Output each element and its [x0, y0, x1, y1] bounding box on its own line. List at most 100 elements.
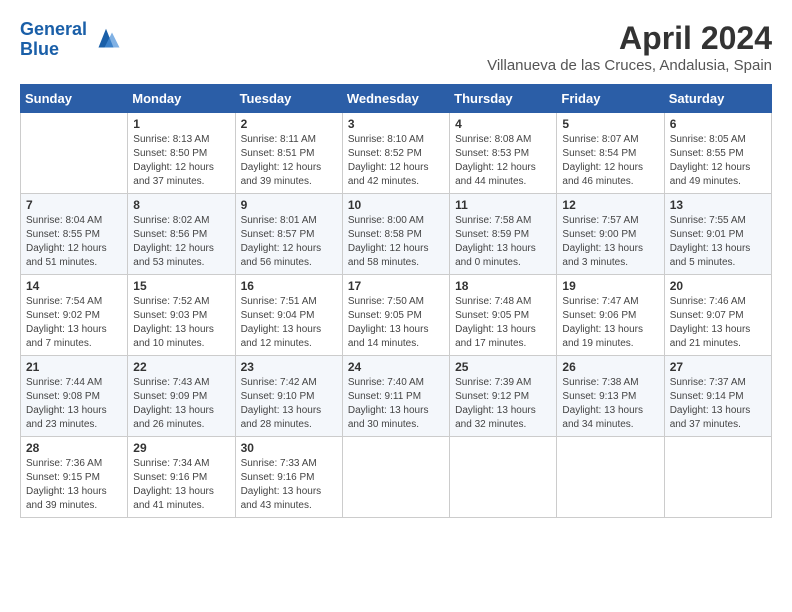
day-info: Sunrise: 7:40 AM Sunset: 9:11 PM Dayligh… [348, 376, 444, 432]
day-number: 30 [241, 441, 337, 455]
day-number: 16 [241, 279, 337, 293]
day-number: 20 [670, 279, 766, 293]
day-info: Sunrise: 8:13 AM Sunset: 8:50 PM Dayligh… [133, 133, 229, 189]
calendar-cell: 25 Sunrise: 7:39 AM Sunset: 9:12 PM Dayli… [450, 356, 557, 437]
day-number: 11 [455, 198, 551, 212]
calendar-week-row: 28Sunrise: 7:36 AM Sunset: 9:15 PM Dayli… [21, 437, 772, 518]
calendar-cell: 20 Sunrise: 7:46 AM Sunset: 9:07 PM Dayli… [664, 275, 771, 356]
day-info: Sunrise: 7:51 AM Sunset: 9:04 PM Dayligh… [241, 295, 337, 351]
calendar-cell: 16 Sunrise: 7:51 AM Sunset: 9:04 PM Dayli… [235, 275, 342, 356]
calendar-cell: 28Sunrise: 7:36 AM Sunset: 9:15 PM Dayli… [21, 437, 128, 518]
day-number: 29 [133, 441, 229, 455]
day-info: Sunrise: 7:36 AM Sunset: 9:15 PM Dayligh… [26, 457, 122, 513]
calendar-week-row: 7Sunrise: 8:04 AM Sunset: 8:55 PM Daylig… [21, 194, 772, 275]
calendar-cell: 11Sunrise: 7:58 AM Sunset: 8:59 PM Dayli… [450, 194, 557, 275]
weekday-header-row: SundayMondayTuesdayWednesdayThursdayFrid… [21, 85, 772, 113]
calendar-cell: 2 Sunrise: 8:11 AM Sunset: 8:51 PM Daylig… [235, 113, 342, 194]
day-number: 10 [348, 198, 444, 212]
day-number: 2 [241, 117, 337, 131]
calendar-cell: 29 Sunrise: 7:34 AM Sunset: 9:16 PM Dayli… [128, 437, 235, 518]
weekday-header-monday: Monday [128, 85, 235, 113]
day-info: Sunrise: 7:43 AM Sunset: 9:09 PM Dayligh… [133, 376, 229, 432]
day-info: Sunrise: 7:37 AM Sunset: 9:14 PM Dayligh… [670, 376, 766, 432]
day-number: 12 [562, 198, 658, 212]
day-number: 8 [133, 198, 229, 212]
calendar-cell: 5 Sunrise: 8:07 AM Sunset: 8:54 PM Daylig… [557, 113, 664, 194]
weekday-header-tuesday: Tuesday [235, 85, 342, 113]
calendar-cell: 17 Sunrise: 7:50 AM Sunset: 9:05 PM Dayli… [342, 275, 449, 356]
day-number: 23 [241, 360, 337, 374]
day-info: Sunrise: 7:47 AM Sunset: 9:06 PM Dayligh… [562, 295, 658, 351]
calendar-cell: 19 Sunrise: 7:47 AM Sunset: 9:06 PM Dayli… [557, 275, 664, 356]
day-number: 21 [26, 360, 122, 374]
title-block: April 2024 Villanueva de las Cruces, And… [487, 20, 772, 74]
day-number: 1 [133, 117, 229, 131]
day-number: 25 [455, 360, 551, 374]
calendar-cell: 9 Sunrise: 8:01 AM Sunset: 8:57 PM Daylig… [235, 194, 342, 275]
day-number: 27 [670, 360, 766, 374]
calendar-cell: 14 Sunrise: 7:54 AM Sunset: 9:02 PM Dayli… [21, 275, 128, 356]
calendar-week-row: 1 Sunrise: 8:13 AM Sunset: 8:50 PM Daylig… [21, 113, 772, 194]
day-number: 24 [348, 360, 444, 374]
day-number: 26 [562, 360, 658, 374]
day-info: Sunrise: 7:39 AM Sunset: 9:12 PM Dayligh… [455, 376, 551, 432]
day-info: Sunrise: 8:04 AM Sunset: 8:55 PM Dayligh… [26, 214, 122, 270]
calendar-cell: 30 Sunrise: 7:33 AM Sunset: 9:16 PM Dayli… [235, 437, 342, 518]
day-number: 17 [348, 279, 444, 293]
day-number: 18 [455, 279, 551, 293]
calendar-week-row: 14 Sunrise: 7:54 AM Sunset: 9:02 PM Dayli… [21, 275, 772, 356]
weekday-header-friday: Friday [557, 85, 664, 113]
calendar-cell [450, 437, 557, 518]
calendar-week-row: 21 Sunrise: 7:44 AM Sunset: 9:08 PM Dayli… [21, 356, 772, 437]
day-info: Sunrise: 7:33 AM Sunset: 9:16 PM Dayligh… [241, 457, 337, 513]
calendar-cell: 22Sunrise: 7:43 AM Sunset: 9:09 PM Dayli… [128, 356, 235, 437]
calendar-cell: 8Sunrise: 8:02 AM Sunset: 8:56 PM Daylig… [128, 194, 235, 275]
calendar-cell [342, 437, 449, 518]
day-number: 19 [562, 279, 658, 293]
day-number: 3 [348, 117, 444, 131]
day-info: Sunrise: 7:42 AM Sunset: 9:10 PM Dayligh… [241, 376, 337, 432]
calendar-cell: 26Sunrise: 7:38 AM Sunset: 9:13 PM Dayli… [557, 356, 664, 437]
location: Villanueva de las Cruces, Andalusia, Spa… [487, 57, 772, 74]
day-info: Sunrise: 7:57 AM Sunset: 9:00 PM Dayligh… [562, 214, 658, 270]
calendar-cell [664, 437, 771, 518]
calendar-cell: 1 Sunrise: 8:13 AM Sunset: 8:50 PM Daylig… [128, 113, 235, 194]
weekday-header-thursday: Thursday [450, 85, 557, 113]
calendar-cell: 4 Sunrise: 8:08 AM Sunset: 8:53 PM Daylig… [450, 113, 557, 194]
day-info: Sunrise: 7:44 AM Sunset: 9:08 PM Dayligh… [26, 376, 122, 432]
calendar-cell: 10Sunrise: 8:00 AM Sunset: 8:58 PM Dayli… [342, 194, 449, 275]
calendar-cell [21, 113, 128, 194]
day-number: 15 [133, 279, 229, 293]
day-info: Sunrise: 7:34 AM Sunset: 9:16 PM Dayligh… [133, 457, 229, 513]
day-info: Sunrise: 7:48 AM Sunset: 9:05 PM Dayligh… [455, 295, 551, 351]
day-info: Sunrise: 7:50 AM Sunset: 9:05 PM Dayligh… [348, 295, 444, 351]
day-info: Sunrise: 7:46 AM Sunset: 9:07 PM Dayligh… [670, 295, 766, 351]
month-title: April 2024 [487, 20, 772, 57]
day-info: Sunrise: 8:05 AM Sunset: 8:55 PM Dayligh… [670, 133, 766, 189]
calendar-cell: 23 Sunrise: 7:42 AM Sunset: 9:10 PM Dayli… [235, 356, 342, 437]
calendar-cell: 13Sunrise: 7:55 AM Sunset: 9:01 PM Dayli… [664, 194, 771, 275]
day-number: 4 [455, 117, 551, 131]
calendar-cell: 12 Sunrise: 7:57 AM Sunset: 9:00 PM Dayli… [557, 194, 664, 275]
calendar-cell: 7Sunrise: 8:04 AM Sunset: 8:55 PM Daylig… [21, 194, 128, 275]
logo: General Blue [20, 20, 121, 60]
calendar-cell: 6Sunrise: 8:05 AM Sunset: 8:55 PM Daylig… [664, 113, 771, 194]
day-number: 5 [562, 117, 658, 131]
day-info: Sunrise: 8:07 AM Sunset: 8:54 PM Dayligh… [562, 133, 658, 189]
calendar-cell: 3 Sunrise: 8:10 AM Sunset: 8:52 PM Daylig… [342, 113, 449, 194]
logo-text: General Blue [20, 20, 87, 60]
day-info: Sunrise: 8:01 AM Sunset: 8:57 PM Dayligh… [241, 214, 337, 270]
calendar-cell [557, 437, 664, 518]
day-number: 14 [26, 279, 122, 293]
calendar-cell: 21 Sunrise: 7:44 AM Sunset: 9:08 PM Dayli… [21, 356, 128, 437]
weekday-header-wednesday: Wednesday [342, 85, 449, 113]
day-number: 9 [241, 198, 337, 212]
day-info: Sunrise: 8:11 AM Sunset: 8:51 PM Dayligh… [241, 133, 337, 189]
day-info: Sunrise: 8:10 AM Sunset: 8:52 PM Dayligh… [348, 133, 444, 189]
day-number: 13 [670, 198, 766, 212]
calendar-cell: 18 Sunrise: 7:48 AM Sunset: 9:05 PM Dayli… [450, 275, 557, 356]
page-header: General Blue April 2024 Villanueva de la… [20, 20, 772, 74]
day-info: Sunrise: 7:54 AM Sunset: 9:02 PM Dayligh… [26, 295, 122, 351]
day-info: Sunrise: 8:08 AM Sunset: 8:53 PM Dayligh… [455, 133, 551, 189]
calendar-cell: 27 Sunrise: 7:37 AM Sunset: 9:14 PM Dayli… [664, 356, 771, 437]
